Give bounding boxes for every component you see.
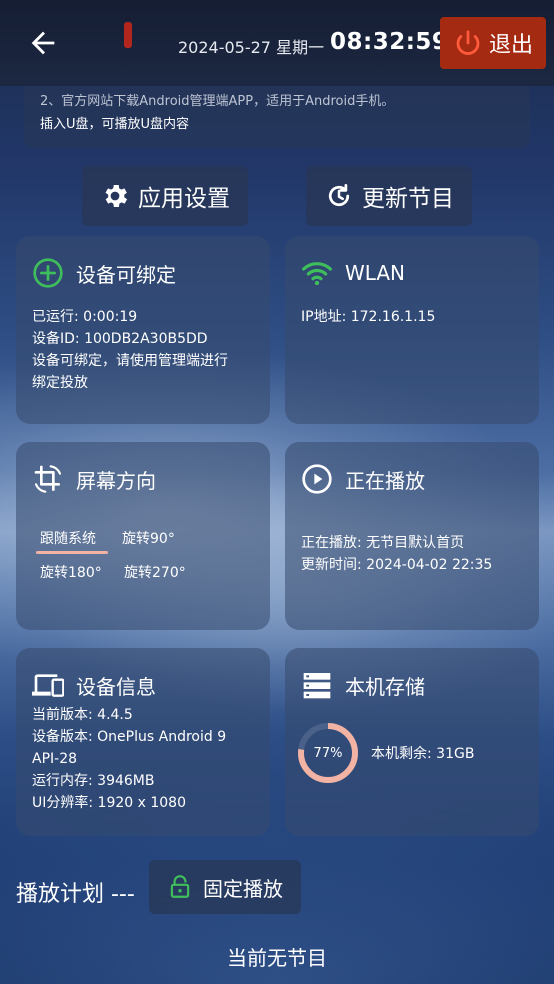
notice-panel: 2、官方网站下载Android管理端APP，适用于Android手机。 插入U盘… (24, 86, 530, 148)
orientation-option-rotate-90[interactable]: 旋转90° (122, 528, 175, 548)
api-level-text: API-28 (32, 751, 78, 767)
card-header: 设备可绑定 (32, 256, 176, 290)
card-header: 设备信息 (32, 668, 156, 702)
device-id-text: 设备ID: 100DB2A30B5DD (32, 331, 208, 347)
orientation-option-rotate-180[interactable]: 旋转180° (40, 562, 102, 582)
bind-hint-text: 绑定投放 (32, 375, 88, 391)
card-title: 正在播放 (345, 468, 425, 493)
card-body: 正在播放: 无节目默认首页 更新时间: 2024-04-02 22:35 (301, 532, 492, 576)
orientation-option-rotate-270[interactable]: 旋转270° (124, 562, 186, 582)
memory-text: 运行内存: 3946MB (32, 773, 155, 789)
devices-icon (32, 674, 64, 697)
device-version-text: 设备版本: OnePlus Android 9 (32, 729, 227, 745)
clock-time: 08:32:59 (330, 29, 449, 55)
power-icon (456, 30, 480, 55)
fixed-play-button[interactable]: 固定播放 (149, 860, 301, 914)
card-title: WLAN (345, 261, 406, 285)
app-version-text: 当前版本: 4.4.5 (32, 707, 133, 723)
card-title: 本机存储 (345, 674, 425, 699)
local-storage-card: 本机存储 77% 本机剩余: 31GB (285, 648, 539, 836)
app-settings-label: 应用设置 (138, 186, 230, 212)
device-info-card: 设备信息 当前版本: 4.4.5 设备版本: OnePlus Android 9… (16, 648, 270, 836)
update-time-text: 更新时间: 2024-04-02 22:35 (301, 557, 493, 573)
crop-rotate-icon (34, 465, 62, 493)
wlan-card[interactable]: WLAN IP地址: 172.16.1.15 (285, 236, 539, 424)
bind-hint-text: 设备可绑定，请使用管理端进行 (32, 353, 228, 369)
device-bind-card: 设备可绑定 已运行: 0:00:19 设备ID: 100DB2A30B5DD 设… (16, 236, 270, 424)
storage-percent: 77% (313, 745, 343, 761)
runtime-text: 已运行: 0:00:19 (32, 309, 138, 325)
card-title: 设备可绑定 (76, 262, 176, 287)
storage-icon (303, 673, 331, 699)
card-body: 已运行: 0:00:19 设备ID: 100DB2A30B5DD 设备可绑定，请… (32, 306, 228, 394)
notice-line: 2、官方网站下载Android管理端APP，适用于Android手机。 (40, 94, 395, 109)
orientation-option-follow-system[interactable]: 跟随系统 (40, 528, 96, 548)
update-program-button[interactable]: 更新节目 (306, 166, 472, 226)
fixed-play-label: 固定播放 (203, 876, 283, 901)
wifi-icon (302, 262, 332, 286)
ip-address-text: IP地址: 172.16.1.15 (301, 309, 436, 325)
play-plan-label: 播放计划 --- (16, 882, 135, 907)
storage-remaining-text: 本机剩余: 31GB (371, 746, 475, 762)
play-circle-icon (302, 464, 332, 494)
top-bar: 2024-05-27 星期一 08:32:59 退出 (0, 0, 554, 86)
no-program-text: 当前无节目 (227, 946, 327, 970)
selected-underline (36, 551, 108, 554)
card-header: 本机存储 (301, 668, 425, 702)
card-body: IP地址: 172.16.1.15 (301, 306, 435, 328)
resolution-text: UI分辨率: 1920 x 1080 (32, 795, 186, 811)
lock-icon (170, 875, 190, 898)
card-body: 当前版本: 4.4.5 设备版本: OnePlus Android 9 API-… (32, 704, 226, 814)
update-program-label: 更新节目 (362, 186, 454, 212)
card-title: 屏幕方向 (76, 468, 156, 493)
exit-button[interactable]: 退出 (440, 17, 546, 69)
now-playing-card: 正在播放 正在播放: 无节目默认首页 更新时间: 2024-04-02 22:3… (285, 442, 539, 630)
screen-orientation-card: 屏幕方向 跟随系统 旋转90° 旋转180° 旋转270° (16, 442, 270, 630)
card-header: WLAN (301, 256, 405, 290)
app-settings-button[interactable]: 应用设置 (82, 166, 248, 226)
plus-circle-icon (33, 258, 63, 288)
playing-text: 正在播放: 无节目默认首页 (301, 535, 465, 551)
arrow-left-icon (31, 31, 55, 55)
card-header: 正在播放 (301, 462, 425, 496)
back-button[interactable] (26, 26, 60, 60)
gear-icon (105, 185, 128, 207)
notice-line: 插入U盘，可播放U盘内容 (40, 117, 190, 132)
refresh-clock-icon (328, 184, 350, 207)
exit-label: 退出 (488, 33, 533, 58)
card-title: 设备信息 (76, 674, 156, 699)
card-header: 屏幕方向 (32, 462, 156, 496)
status-indicator (124, 22, 132, 48)
date-text: 2024-05-27 星期一 (178, 38, 325, 57)
